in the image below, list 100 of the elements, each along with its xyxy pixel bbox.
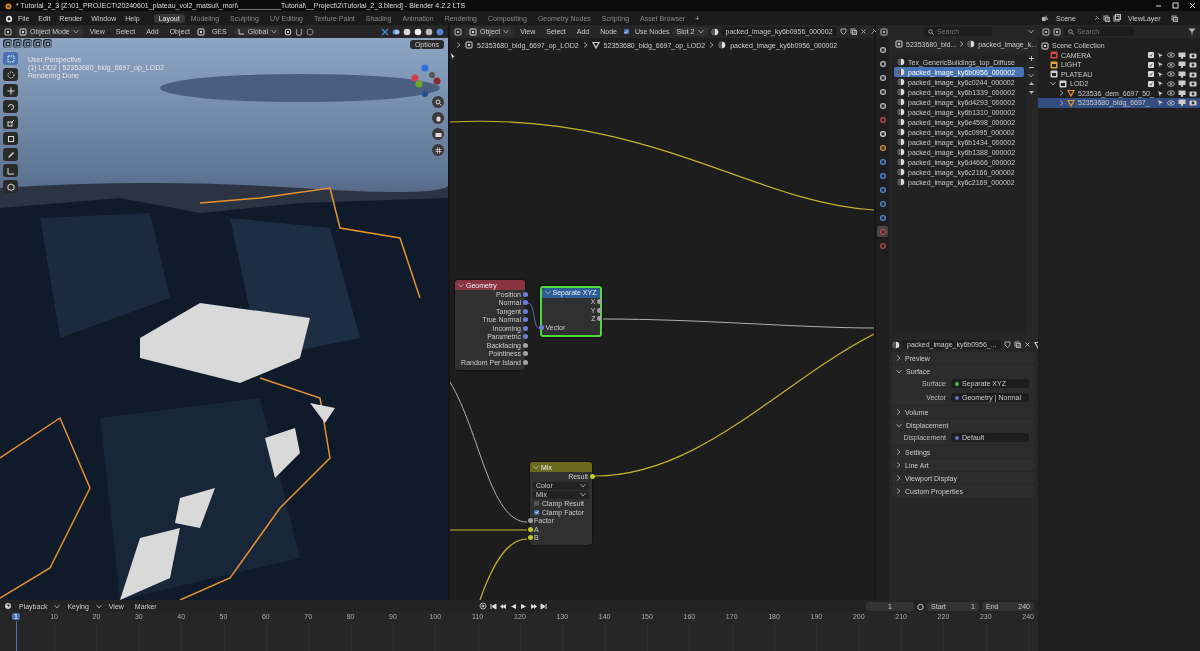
- camera-icon[interactable]: [1189, 99, 1197, 107]
- pin-icon[interactable]: [869, 28, 877, 35]
- socket-dot[interactable]: [527, 526, 533, 532]
- socket-dot[interactable]: [527, 535, 533, 541]
- monitor-icon[interactable]: [1178, 51, 1186, 59]
- close-icon[interactable]: [859, 28, 867, 35]
- hand-icon: [434, 114, 442, 122]
- socket-dot[interactable]: [589, 473, 595, 479]
- checkbox[interactable]: [534, 509, 539, 515]
- socket-dot[interactable]: [522, 308, 528, 314]
- mesh-icon: [591, 41, 600, 49]
- magnet-icon[interactable]: [294, 27, 303, 36]
- stopwatch-icon[interactable]: [917, 602, 924, 610]
- tool-button[interactable]: [3, 180, 18, 193]
- socket-dot[interactable]: [522, 334, 528, 340]
- select-mode-icon[interactable]: [3, 39, 12, 48]
- record-icon[interactable]: [479, 602, 488, 610]
- eye-icon[interactable]: [1167, 99, 1175, 106]
- checkbox[interactable]: [623, 29, 629, 34]
- eye-icon[interactable]: [1167, 61, 1175, 68]
- clock-editor-icon[interactable]: [4, 602, 12, 610]
- select-box-icon: [6, 54, 15, 63]
- next-key-icon[interactable]: [530, 602, 538, 610]
- editor-type-icon[interactable]: [4, 27, 12, 36]
- camera-icon[interactable]: [1189, 80, 1197, 88]
- camera-icon[interactable]: [1189, 51, 1197, 59]
- tool-button[interactable]: [3, 116, 18, 129]
- socket-dot[interactable]: [522, 291, 528, 297]
- proportional-icon[interactable]: [305, 27, 314, 36]
- overlay-icon[interactable]: [392, 27, 400, 36]
- checkbox[interactable]: [1148, 61, 1154, 68]
- filter-icon[interactable]: [1188, 28, 1196, 35]
- copy-icon[interactable]: [1171, 14, 1178, 22]
- socket-dot[interactable]: [522, 342, 528, 348]
- display-mode-icon[interactable]: [1053, 27, 1061, 36]
- copy-icon[interactable]: [1103, 14, 1110, 22]
- socket-dot[interactable]: [539, 324, 544, 330]
- monitor-icon[interactable]: [1178, 61, 1186, 69]
- socket-dot[interactable]: [522, 317, 528, 323]
- gizmo-icon[interactable]: [381, 27, 389, 36]
- camera-icon[interactable]: [1189, 89, 1197, 97]
- copy-icon[interactable]: [1013, 341, 1021, 348]
- eye-icon[interactable]: [1167, 80, 1175, 87]
- move-down-icon[interactable]: [1028, 89, 1035, 96]
- editor-type-icon[interactable]: [454, 27, 462, 36]
- camera-icon[interactable]: [1189, 70, 1197, 78]
- maximize-icon[interactable]: [1172, 2, 1179, 9]
- caret-icon: [54, 603, 61, 609]
- tool-button[interactable]: [3, 132, 18, 145]
- eye-icon[interactable]: [1167, 90, 1175, 97]
- socket-dot[interactable]: [597, 299, 602, 305]
- scene-icon[interactable]: [1041, 14, 1049, 22]
- monitor-icon[interactable]: [1178, 70, 1186, 78]
- jump-end-icon[interactable]: [540, 602, 548, 610]
- socket-dot[interactable]: [522, 359, 528, 365]
- eye-icon[interactable]: [1167, 71, 1175, 78]
- select-mode-icon[interactable]: [13, 39, 22, 48]
- monitor-icon[interactable]: [1178, 89, 1186, 97]
- editor-type-icon[interactable]: [1042, 27, 1050, 36]
- tool-button[interactable]: [3, 84, 18, 97]
- tool-button[interactable]: [3, 148, 18, 161]
- checkbox[interactable]: [1148, 52, 1154, 59]
- socket-dot[interactable]: [522, 325, 528, 331]
- checkbox[interactable]: [534, 501, 539, 507]
- check-icon: [624, 29, 629, 34]
- select-mode-icon[interactable]: [33, 39, 42, 48]
- sphere-icon: [897, 88, 905, 96]
- tool-button[interactable]: [3, 100, 18, 113]
- editor-type-icon[interactable]: [880, 27, 888, 36]
- sphere-icon: [897, 158, 905, 166]
- select-mode-icon[interactable]: [43, 39, 52, 48]
- sphere-icon: [897, 58, 905, 66]
- shield-icon[interactable]: [1003, 341, 1011, 348]
- add-icon[interactable]: [1028, 55, 1035, 62]
- monitor-icon[interactable]: [1178, 80, 1186, 88]
- select-mode-icon[interactable]: [23, 39, 32, 48]
- pivot-icon[interactable]: [283, 27, 292, 36]
- jump-start-icon[interactable]: [490, 602, 498, 610]
- socket-dot[interactable]: [597, 316, 602, 322]
- camera-icon[interactable]: [1189, 61, 1197, 69]
- close-icon[interactable]: [1023, 341, 1031, 348]
- eye-icon[interactable]: [1167, 52, 1175, 59]
- tool-button[interactable]: [3, 68, 18, 81]
- move-icon: [6, 86, 15, 95]
- copy-icon[interactable]: [849, 28, 857, 35]
- socket-dot[interactable]: [522, 351, 528, 357]
- checkbox[interactable]: [1148, 80, 1154, 87]
- socket-dot[interactable]: [522, 300, 528, 306]
- play-reverse-icon[interactable]: [510, 602, 518, 610]
- checkbox[interactable]: [1148, 71, 1154, 78]
- pin-icon[interactable]: [1093, 14, 1100, 22]
- shield-icon[interactable]: [839, 28, 847, 35]
- monitor-icon[interactable]: [1178, 99, 1186, 107]
- remove-icon[interactable]: [1028, 64, 1035, 71]
- move-up-icon[interactable]: [1028, 80, 1035, 87]
- minimize-icon[interactable]: [1155, 2, 1162, 9]
- play-icon[interactable]: [520, 602, 528, 610]
- socket-dot[interactable]: [597, 307, 602, 313]
- prev-key-icon[interactable]: [500, 602, 508, 610]
- socket-dot[interactable]: [527, 518, 533, 524]
